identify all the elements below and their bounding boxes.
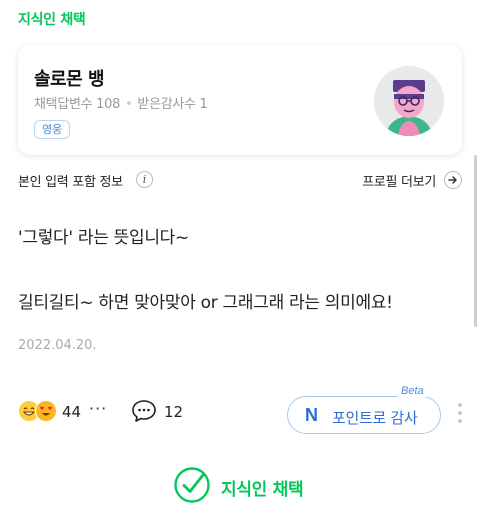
answer-text-line: 길티길티~ 하면 맞아맞아 or 그래그래 라는 의미에요! [18,293,393,313]
arrow-right-icon[interactable] [444,171,462,189]
profile-stats: 채택답변수 108 • 받은감사수 1 [34,93,208,112]
comment-count: 12 [164,403,184,421]
reaction-count: 44 [62,403,82,421]
rank-badge: 영웅 [34,120,71,139]
scrollbar[interactable] [474,155,477,327]
adopt-answer-label: 지식인 채택 [221,480,304,500]
separator-dot: • [125,97,133,112]
answer-date: 2022.04.20. [18,338,97,353]
more-profile-link[interactable]: 프로필 더보기 [362,171,436,190]
check-circle-icon [174,467,210,503]
info-row: 본인 입력 포함 정보 i 프로필 더보기 [18,168,462,192]
thank-with-points-button[interactable]: N 포인트로 감사 [287,396,441,434]
answer-text-line: '그렇다' 라는 뜻입니다~ [18,228,189,248]
profile-name[interactable]: 솔로몬 뱅 [34,65,105,91]
thank-with-points-label: 포인트로 감사 [332,409,418,427]
avatar-illustration-icon [374,66,444,136]
adopt-answer-button[interactable]: 지식인 채택 [173,466,353,504]
heart-eyes-emoji-icon [35,400,57,422]
page-title: 지식인 채택 [18,12,86,28]
arrow-right-glyph-icon [448,176,457,184]
naver-pay-icon: N [305,405,318,425]
adopted-answers-count: 채택답변수 108 [34,97,121,112]
kebab-menu-icon[interactable] [458,403,462,427]
more-reactions-button[interactable]: ··· [89,399,107,418]
reaction-emojis[interactable] [18,400,62,424]
received-thanks-count: 받은감사수 1 [137,97,208,112]
included-info-label: 본인 입력 포함 정보 [18,175,123,190]
avatar[interactable] [374,66,444,136]
beta-label: Beta [398,385,427,397]
info-icon[interactable]: i [136,171,153,188]
comment-icon[interactable] [131,399,157,423]
profile-card[interactable]: 솔로몬 뱅 채택답변수 108 • 받은감사수 1 영웅 [18,45,462,155]
answer-actions: 44 ··· 12 N 포인트로 감사 Beta [18,385,462,434]
